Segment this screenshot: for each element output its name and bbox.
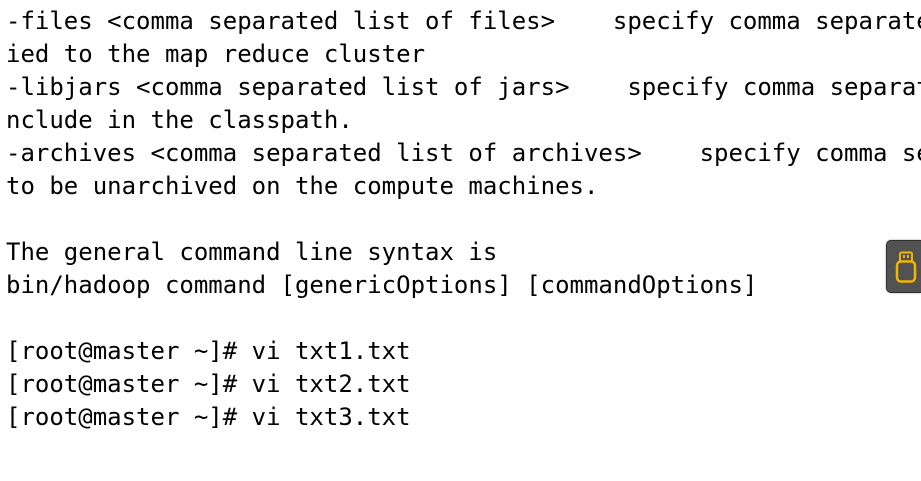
terminal-prompt-line: [root@master ~]# vi txt3.txt: [6, 403, 411, 431]
terminal-prompt-line: [root@master ~]# vi txt1.txt: [6, 337, 411, 365]
terminal-line: ied to the map reduce cluster: [6, 40, 426, 68]
terminal-line: The general command line syntax is: [6, 238, 498, 266]
terminal-line: -libjars <comma separated list of jars> …: [6, 73, 921, 101]
terminal-output[interactable]: -files <comma separated list of files> s…: [6, 5, 921, 481]
usb-drive-icon: [895, 251, 917, 283]
terminal-line: bin/hadoop command [genericOptions] [com…: [6, 271, 758, 299]
terminal-line: nclude in the classpath.: [6, 106, 353, 134]
terminal-line: -files <comma separated list of files> s…: [6, 7, 921, 35]
terminal-line: to be unarchived on the compute machines…: [6, 172, 599, 200]
terminal-prompt-line: [root@master ~]# vi txt2.txt: [6, 370, 411, 398]
usb-tool-button[interactable]: [886, 240, 921, 293]
terminal-line: -archives <comma separated list of archi…: [6, 139, 921, 167]
